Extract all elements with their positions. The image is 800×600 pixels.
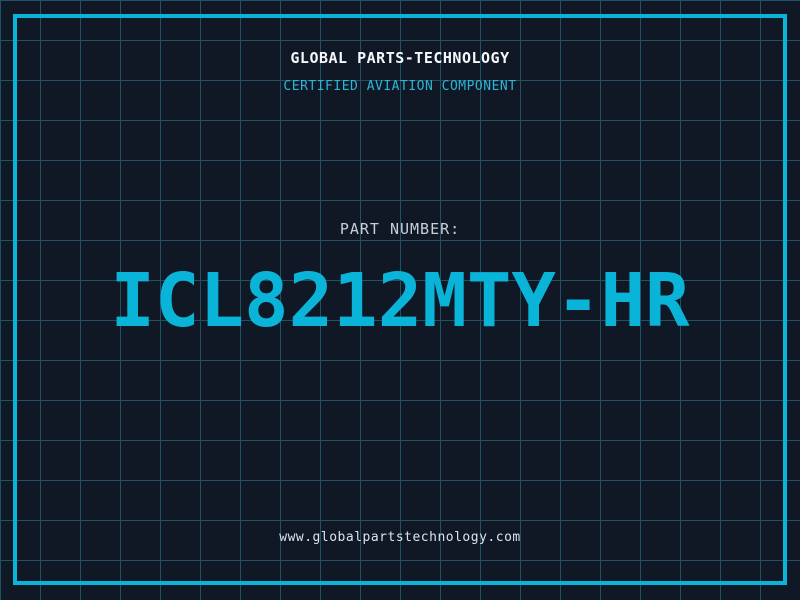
part-number-label: PART NUMBER: — [339, 220, 461, 238]
certification-tagline: CERTIFIED AVIATION COMPONENT — [283, 79, 517, 94]
website-url: www.globalpartstechnology.com — [279, 530, 521, 545]
company-name: GLOBAL PARTS-TECHNOLOGY — [290, 49, 510, 67]
blueprint-page: GLOBAL PARTS-TECHNOLOGY CERTIFIED AVIATI… — [0, 0, 800, 600]
part-number-value: ICL8212MTY-HR — [110, 258, 690, 344]
